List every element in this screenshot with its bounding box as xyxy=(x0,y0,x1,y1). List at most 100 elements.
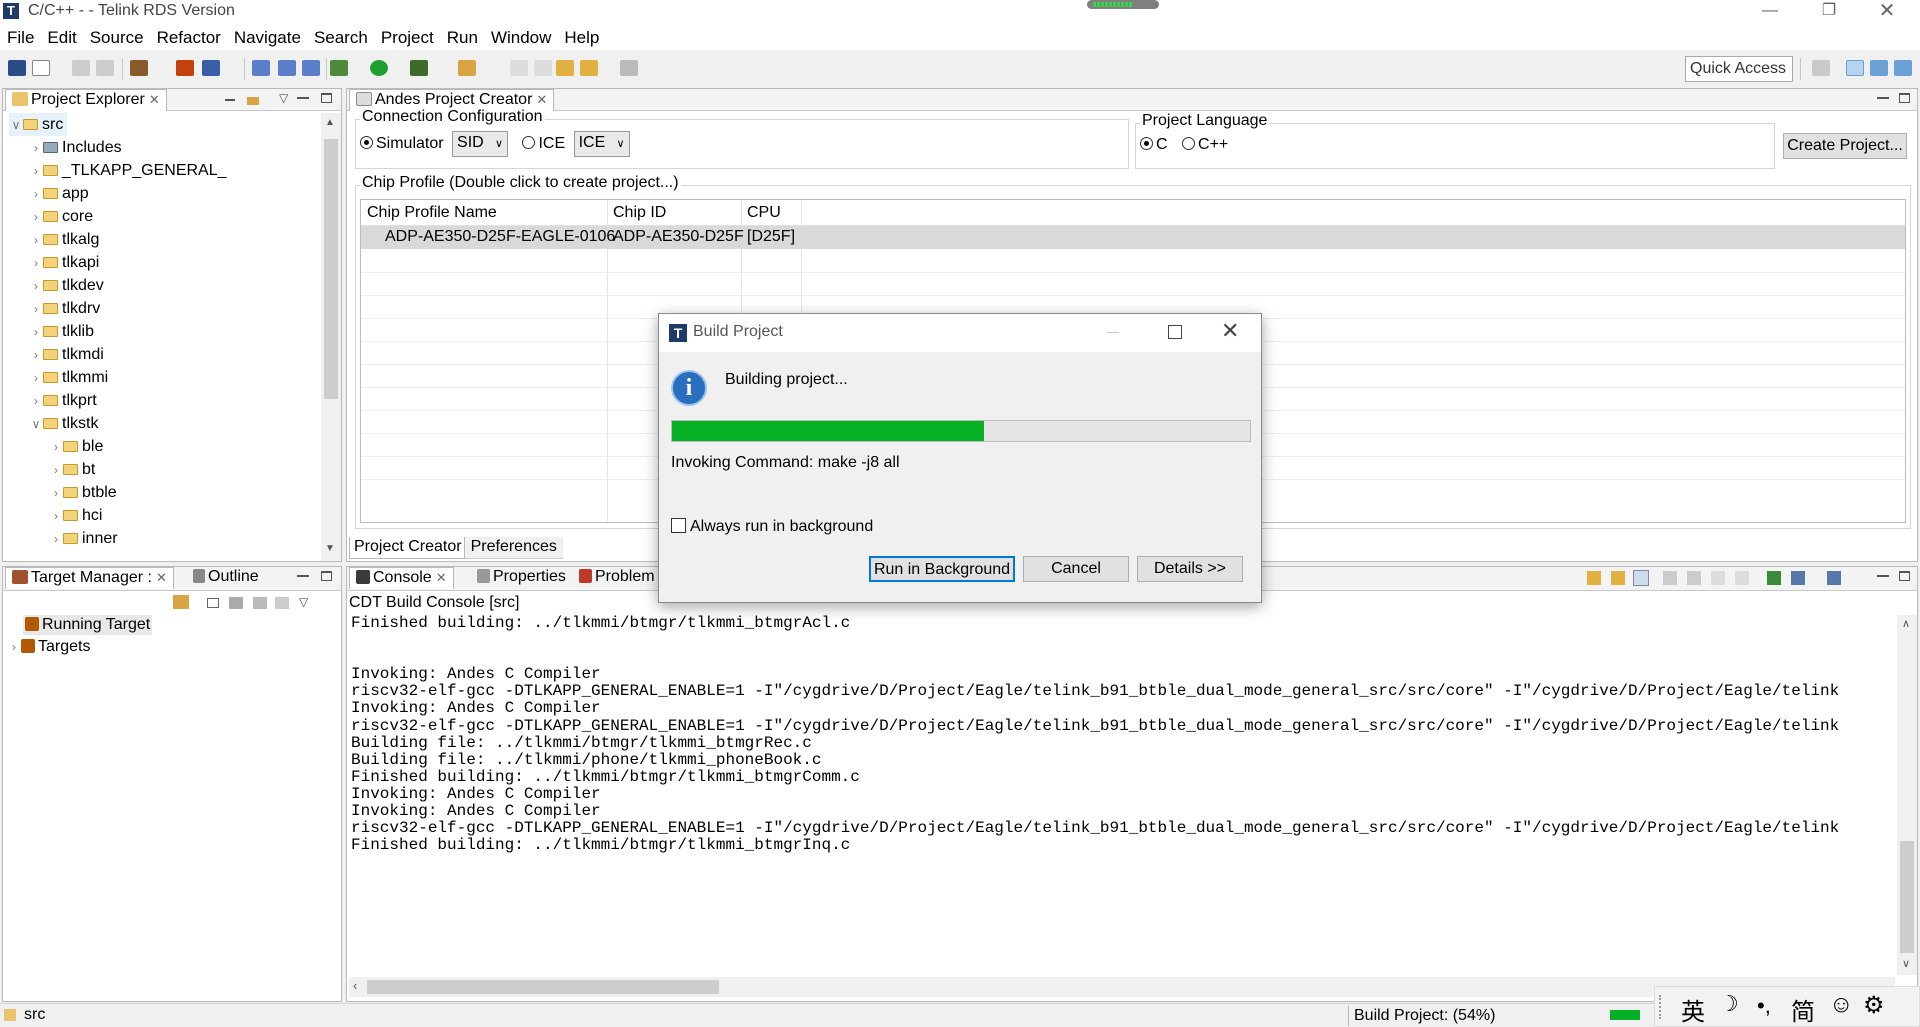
text-a-icon[interactable] xyxy=(8,60,26,76)
gear-icon[interactable]: ⚙ xyxy=(1863,991,1885,1020)
scroll-lock-icon[interactable] xyxy=(1633,570,1649,586)
maximize-view-icon[interactable] xyxy=(1899,571,1910,581)
close-tab-icon[interactable]: ✕ xyxy=(149,92,160,107)
collapsed-chevron-icon[interactable]: › xyxy=(49,436,63,459)
restore-window-button[interactable]: ❐ xyxy=(1806,0,1852,24)
collapse-icon[interactable] xyxy=(207,598,219,608)
run-icon[interactable] xyxy=(370,60,388,76)
collapsed-chevron-icon[interactable]: › xyxy=(29,137,43,160)
forward-arrow-icon[interactable] xyxy=(620,60,638,76)
console-vertical-scrollbar[interactable]: ∧ ∨ xyxy=(1897,615,1917,975)
console-scroll-thumb[interactable] xyxy=(1900,841,1914,953)
close-tab-icon[interactable]: ✕ xyxy=(436,570,447,585)
always-background-checkbox[interactable] xyxy=(671,518,686,533)
collapsed-chevron-icon[interactable]: › xyxy=(29,344,43,367)
collapsed-chevron-icon[interactable]: › xyxy=(49,482,63,505)
tab-outline[interactable]: Outline xyxy=(187,567,265,589)
minimize-view-icon[interactable] xyxy=(297,575,309,577)
debug-perspective-icon[interactable] xyxy=(1870,60,1888,76)
link-icon[interactable] xyxy=(278,60,296,76)
maximize-view-icon[interactable] xyxy=(321,93,332,103)
minimize-window-button[interactable]: — xyxy=(1747,0,1793,24)
tab-properties[interactable]: Properties xyxy=(471,567,572,589)
tab-project-explorer[interactable]: Project Explorer ✕ xyxy=(5,89,167,111)
always-background-option[interactable]: Always run in background xyxy=(671,518,873,536)
dialog-maximize-button[interactable] xyxy=(1168,325,1182,339)
ime-chinese-mode[interactable]: 英 xyxy=(1681,992,1705,1027)
tree-item-tlkalg[interactable]: › tlkalg xyxy=(29,228,99,251)
ice-select[interactable]: ICE ∨ xyxy=(573,131,630,157)
close-tab-icon[interactable]: ✕ xyxy=(536,92,547,107)
menu-project[interactable]: Project xyxy=(374,24,440,48)
collapsed-chevron-icon[interactable]: › xyxy=(7,640,21,654)
minimize-view-icon[interactable] xyxy=(1877,97,1889,99)
column-header-chip-id[interactable]: Chip ID xyxy=(613,204,666,222)
open-console-icon[interactable] xyxy=(1827,571,1841,585)
emoji-icon[interactable]: ☺ xyxy=(1829,991,1854,1019)
console-output[interactable]: Finished building: ../tlkmmi/btmgr/tlkmm… xyxy=(351,615,1897,975)
tree-item-tlkprt[interactable]: › tlkprt xyxy=(29,389,97,412)
expanded-chevron-icon[interactable]: ∨ xyxy=(9,114,23,137)
toggle-2-icon[interactable] xyxy=(534,60,552,76)
save-all-icon[interactable] xyxy=(96,60,114,76)
moon-icon[interactable]: ☽ xyxy=(1719,991,1739,1017)
c-cpp-perspective-icon[interactable] xyxy=(1846,60,1864,76)
minimize-view-icon[interactable] xyxy=(297,97,309,99)
new-file-icon[interactable] xyxy=(32,60,50,76)
bar-chart-icon[interactable] xyxy=(202,60,220,76)
create-project-button[interactable]: Create Project... xyxy=(1783,133,1907,159)
scroll-up-icon[interactable]: ∧ xyxy=(1902,617,1910,630)
tab-target-manager[interactable]: Target Manager : ✕ xyxy=(5,567,174,589)
tree-item-hci[interactable]: › hci xyxy=(49,504,102,527)
tab-preferences[interactable]: Preferences xyxy=(464,537,563,559)
simulator-select[interactable]: SID ∨ xyxy=(452,131,509,157)
tree-item-tlkdev[interactable]: › tlkdev xyxy=(29,274,104,297)
menu-search[interactable]: Search xyxy=(307,24,374,48)
disconnect-target-icon[interactable] xyxy=(253,597,267,609)
scroll-down-icon[interactable]: ▼ xyxy=(325,543,335,554)
clear-console-icon[interactable] xyxy=(1663,571,1677,585)
collapsed-chevron-icon[interactable]: › xyxy=(29,252,43,275)
menu-source[interactable]: Source xyxy=(83,24,150,48)
view-menu-icon[interactable]: ▽ xyxy=(299,595,308,609)
table-row[interactable]: ADP-AE350-D25F-EAGLE-0106 ADP-AE350-D25F… xyxy=(361,226,1905,249)
debug-icon[interactable] xyxy=(330,60,348,76)
tree-scrollbar[interactable]: ▲ ▼ xyxy=(321,113,341,561)
save-icon[interactable] xyxy=(72,60,90,76)
maximize-view-icon[interactable] xyxy=(1899,93,1910,103)
clean-icon[interactable] xyxy=(176,60,194,76)
target-perspective-icon[interactable] xyxy=(1894,60,1912,76)
scroll-down-icon[interactable]: ∨ xyxy=(1902,957,1910,970)
collapsed-chevron-icon[interactable]: › xyxy=(29,160,43,183)
menu-file[interactable]: File xyxy=(0,24,40,48)
collapsed-chevron-icon[interactable]: › xyxy=(29,367,43,390)
close-window-button[interactable]: ✕ xyxy=(1864,0,1910,24)
tree-item-bt[interactable]: › bt xyxy=(49,458,95,481)
connect-icon[interactable] xyxy=(252,60,270,76)
menu-window[interactable]: Window xyxy=(484,24,557,48)
tree-item-tlkdrv[interactable]: › tlkdrv xyxy=(29,297,100,320)
run-in-background-button[interactable]: Run in Background xyxy=(869,556,1015,582)
toggle-icon[interactable] xyxy=(510,60,528,76)
connect-target-icon[interactable] xyxy=(229,597,243,609)
pin-icon[interactable] xyxy=(458,60,476,76)
expanded-chevron-icon[interactable]: ∨ xyxy=(29,413,43,436)
tree-item-app[interactable]: › app xyxy=(29,182,89,205)
copy-icon[interactable] xyxy=(1711,571,1725,585)
last-edit-icon[interactable] xyxy=(556,60,574,76)
simulator-radio[interactable] xyxy=(360,136,373,150)
tree-item-tlkapi[interactable]: › tlkapi xyxy=(29,251,99,274)
tree-item-targets[interactable]: › Targets xyxy=(7,638,90,656)
collapsed-chevron-icon[interactable]: › xyxy=(29,275,43,298)
scroll-up-console-icon[interactable] xyxy=(1611,571,1625,585)
close-tab-icon[interactable]: ✕ xyxy=(156,570,167,585)
tree-item-btble[interactable]: › btble xyxy=(49,481,117,504)
collapsed-chevron-icon[interactable]: › xyxy=(29,321,43,344)
scroll-thumb[interactable] xyxy=(324,139,338,399)
remove-icon[interactable] xyxy=(1735,571,1749,585)
status-progress-bar[interactable] xyxy=(1610,1010,1640,1020)
collapsed-chevron-icon[interactable]: › xyxy=(29,183,43,206)
tree-item-tlklib[interactable]: › tlklib xyxy=(29,320,94,343)
console-hscroll-thumb[interactable] xyxy=(367,980,719,994)
menu-run[interactable]: Run xyxy=(440,24,484,48)
